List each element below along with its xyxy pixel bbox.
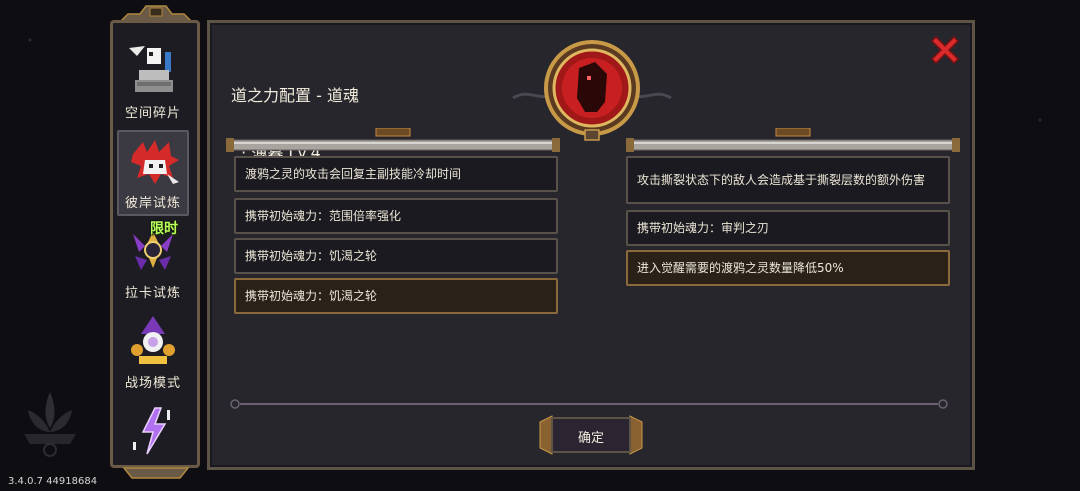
version-label: 3.4.0.7 44918684	[8, 476, 98, 487]
left-skill-4[interactable]: 携带初始魂力：饥渴之轮	[234, 278, 558, 314]
skill-text: 攻击撕裂状态下的敌人会造成基于撕裂层数的额外伤害	[637, 173, 926, 187]
sidebar-item-label: 战场模式	[124, 376, 181, 391]
close-icon[interactable]	[928, 33, 962, 67]
right-skill-1[interactable]: 攻击撕裂状态下的敌人会造成基于撕裂层数的额外伤害	[626, 156, 950, 204]
skill-text: 携带初始魂力：饥渴之轮	[245, 289, 378, 303]
left-column-header-bar	[226, 128, 560, 152]
left-skill-2[interactable]: 携带初始魂力：范围倍率强化	[234, 198, 558, 234]
space-fragment-icon	[129, 46, 173, 92]
right-skill-2[interactable]: 携带初始魂力：审判之刃	[626, 210, 950, 246]
skill-text: 携带初始魂力：饥渴之轮	[245, 249, 378, 263]
sidebar-item-label: 空间碎片	[124, 106, 181, 121]
limited-time-badge: 限时	[150, 221, 178, 237]
bottom-divider	[230, 399, 948, 409]
sidebar-bottom-ornament	[122, 467, 190, 479]
sidebar-item-lightning[interactable]	[117, 400, 189, 462]
right-skill-3[interactable]: 进入觉醒需要的渡鸦之灵数量降低50%	[626, 250, 950, 286]
lightning-icon	[133, 407, 170, 455]
sidebar-item-space-fragment[interactable]: 空间碎片	[117, 40, 189, 124]
dao-soul-emblem-icon	[512, 40, 672, 141]
lotus-emblem-icon	[24, 392, 76, 457]
title-line-1: 道之力配置 - 道魂	[231, 86, 359, 105]
battlefield-mode-icon	[131, 316, 175, 364]
confirm-button-label: 确定	[577, 431, 604, 446]
confirm-button[interactable]: 确定	[538, 414, 644, 456]
sidebar-item-battlefield-mode[interactable]: 战场模式	[117, 310, 189, 394]
left-skill-3[interactable]: 携带初始魂力：饥渴之轮	[234, 238, 558, 274]
skill-text: 携带初始魂力：审判之刃	[637, 221, 770, 235]
right-column-header-bar	[626, 128, 960, 152]
left-skill-1[interactable]: 渡鸦之灵的攻击会回复主副技能冷却时间	[234, 156, 558, 192]
sidebar-item-other-shore-trial[interactable]: 彼岸试炼	[117, 130, 189, 216]
sidebar-item-label: 彼岸试炼	[124, 196, 181, 211]
skill-text: 携带初始魂力：范围倍率强化	[245, 209, 402, 223]
red-creature-icon	[131, 140, 179, 184]
skill-text: 渡鸦之灵的攻击会回复主副技能冷却时间	[245, 167, 462, 181]
sidebar-item-label: 拉卡试炼	[124, 286, 181, 301]
skill-text: 进入觉醒需要的渡鸦之灵数量降低50%	[637, 261, 844, 275]
